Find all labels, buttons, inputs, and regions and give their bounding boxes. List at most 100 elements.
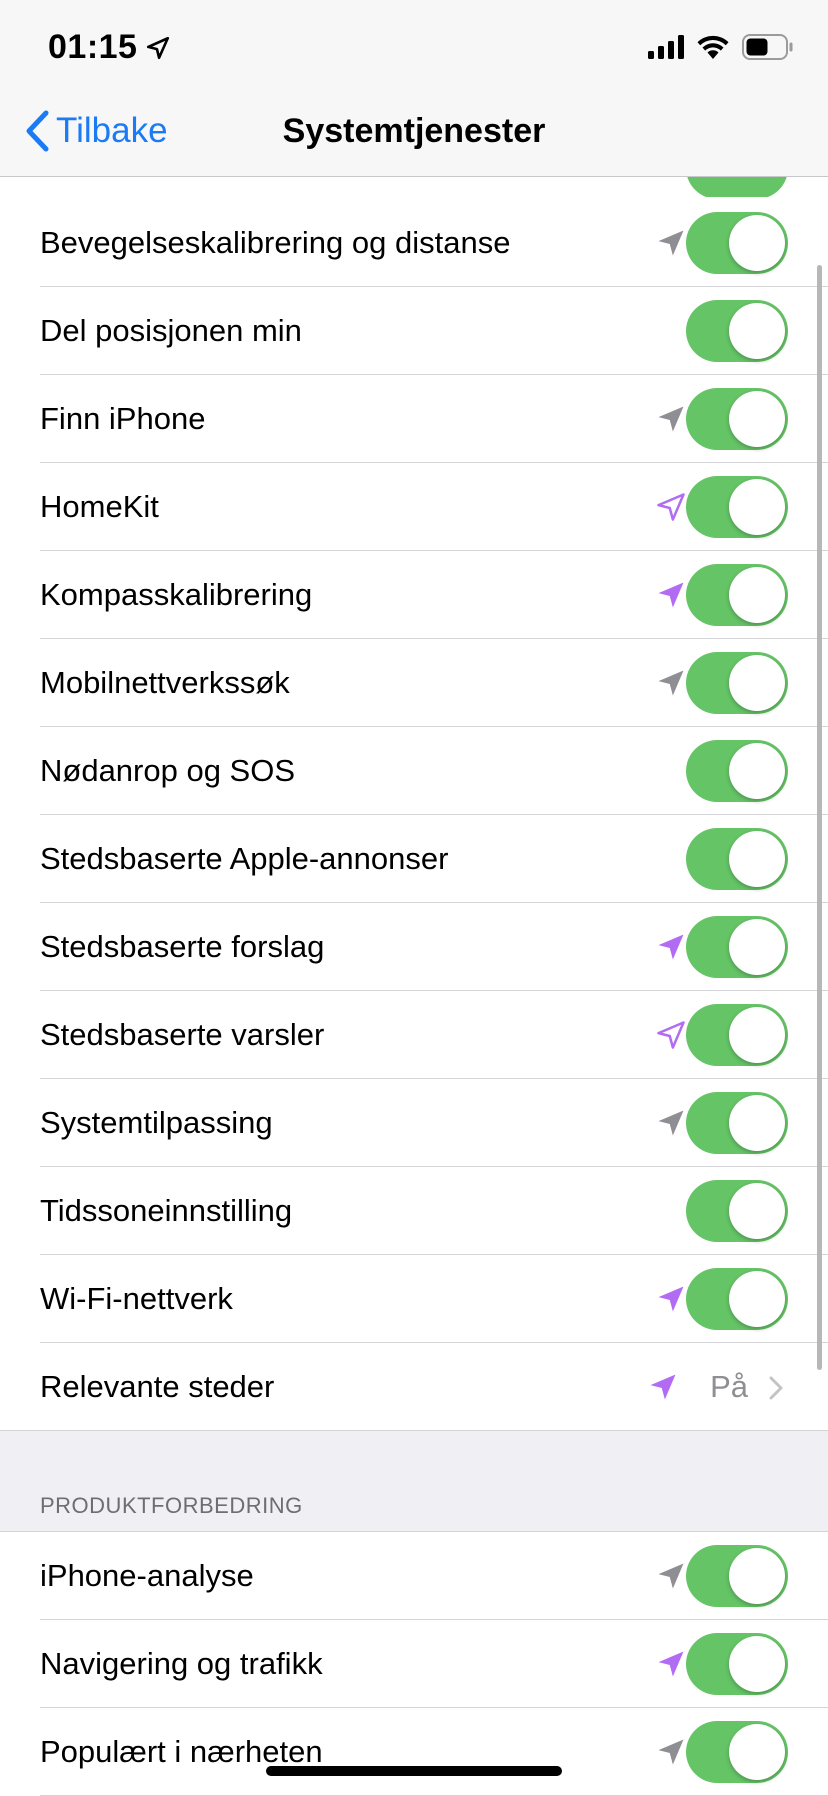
toggle-knob [729, 567, 785, 623]
row-label: Relevante steder [40, 1369, 275, 1404]
location-arrow-purple-icon [658, 934, 684, 960]
toggle-knob [729, 655, 785, 711]
location-arrow-gray-icon [658, 670, 684, 696]
toggle-row: Navigering og trafikk [0, 1620, 828, 1708]
toggle-knob [729, 391, 785, 447]
row-label: Kompasskalibrering [40, 577, 313, 612]
row-label: Wi-Fi-nettverk [40, 1281, 233, 1316]
status-time: 01:15 [48, 28, 171, 67]
toggle-knob [729, 919, 785, 975]
relevant-places-row[interactable]: Relevante steder På [0, 1343, 828, 1431]
location-arrow-gray-icon [658, 406, 684, 432]
row-label: Bevegelseskalibrering og distanse [40, 225, 511, 260]
status-icons [648, 34, 794, 60]
toggle-switch[interactable] [686, 828, 788, 890]
toggle-knob [729, 303, 785, 359]
partial-toggle[interactable] [686, 177, 788, 197]
toggle-switch[interactable] [686, 1721, 788, 1783]
toggle-switch[interactable] [686, 212, 788, 274]
row-label: Populært i nærheten [40, 1734, 323, 1769]
toggle-knob [729, 743, 785, 799]
toggle-row: Wi-Fi-nettverk [0, 1255, 828, 1343]
location-arrow-purple-icon [650, 1374, 676, 1400]
row-label: Stedsbaserte varsler [40, 1017, 325, 1052]
location-arrow-purple-outline-icon [657, 493, 685, 521]
toggle-knob [729, 215, 785, 271]
toggle-row: Systemtilpassing [0, 1079, 828, 1167]
section-header: PRODUKTFORBEDRING [0, 1431, 828, 1532]
toggle-row: Finn iPhone [0, 375, 828, 463]
wifi-icon [697, 35, 729, 59]
toggle-knob [729, 1095, 785, 1151]
toggle-knob [729, 1007, 785, 1063]
row-label: HomeKit [40, 489, 159, 524]
row-label: Del posisjonen min [40, 313, 302, 348]
toggle-knob [729, 1724, 785, 1780]
row-value: På [710, 1369, 748, 1404]
toggle-switch[interactable] [686, 1545, 788, 1607]
toggle-row: Bevegelseskalibrering og distanse [0, 199, 828, 287]
location-arrow-gray-icon [658, 230, 684, 256]
row-label: Stedsbaserte forslag [40, 929, 325, 964]
row-label: Finn iPhone [40, 401, 206, 436]
toggle-row: iPhone-analyse [0, 1532, 828, 1620]
location-arrow-purple-outline-icon [657, 1021, 685, 1049]
toggle-switch[interactable] [686, 652, 788, 714]
row-label: Systemtilpassing [40, 1105, 273, 1140]
location-arrow-gray-icon [658, 1563, 684, 1589]
toggle-switch[interactable] [686, 1004, 788, 1066]
section-header-label: PRODUKTFORBEDRING [40, 1493, 303, 1518]
scrollbar[interactable] [817, 265, 822, 1370]
row-label: iPhone-analyse [40, 1558, 254, 1593]
toggle-switch[interactable] [686, 740, 788, 802]
row-label: Tidssoneinnstilling [40, 1193, 293, 1228]
toggle-row: Nødanrop og SOS [0, 727, 828, 815]
status-bar: 01:15 [0, 0, 828, 100]
toggle-switch[interactable] [686, 1633, 788, 1695]
system-services-group: Bevegelseskalibrering og distanse Del pos… [0, 199, 828, 1343]
toggle-row: Del posisjonen min [0, 287, 828, 375]
toggle-row: Tidssoneinnstilling [0, 1167, 828, 1255]
toggle-switch[interactable] [686, 1180, 788, 1242]
time-text: 01:15 [48, 28, 138, 66]
location-arrow-gray-icon [658, 1110, 684, 1136]
product-improvement-group: iPhone-analyse Navigering og trafikk Popul… [0, 1532, 828, 1796]
row-label: Stedsbaserte Apple-annonser [40, 841, 449, 876]
chevron-right-icon [769, 1376, 783, 1400]
location-arrow-purple-icon [658, 582, 684, 608]
toggle-knob [729, 831, 785, 887]
toggle-knob [729, 1271, 785, 1327]
partial-row [0, 177, 828, 197]
navigation-bar: Tilbake Systemtjenester [0, 100, 828, 177]
settings-list: Bevegelseskalibrering og distanse Del pos… [0, 199, 828, 1796]
row-label: Mobilnettverkssøk [40, 665, 290, 700]
toggle-switch[interactable] [686, 388, 788, 450]
toggle-switch[interactable] [686, 300, 788, 362]
toggle-switch[interactable] [686, 564, 788, 626]
toggle-row: Stedsbaserte forslag [0, 903, 828, 991]
toggle-switch[interactable] [686, 476, 788, 538]
battery-icon [742, 34, 793, 60]
toggle-knob [729, 1548, 785, 1604]
toggle-switch[interactable] [686, 916, 788, 978]
location-arrow-purple-icon [658, 1651, 684, 1677]
toggle-switch[interactable] [686, 1092, 788, 1154]
toggle-row: Stedsbaserte Apple-annonser [0, 815, 828, 903]
row-label: Navigering og trafikk [40, 1646, 323, 1681]
toggle-row: Kompasskalibrering [0, 551, 828, 639]
toggle-knob [729, 1636, 785, 1692]
toggle-switch[interactable] [686, 1268, 788, 1330]
location-arrow-purple-icon [658, 1286, 684, 1312]
location-services-icon [147, 36, 170, 59]
toggle-row: Mobilnettverkssøk [0, 639, 828, 727]
toggle-knob [729, 479, 785, 535]
page-title: Systemtjenester [282, 112, 546, 150]
toggle-row: HomeKit [0, 463, 828, 551]
toggle-knob [729, 1183, 785, 1239]
row-label: Nødanrop og SOS [40, 753, 296, 788]
toggle-row: Populært i nærheten [0, 1708, 828, 1796]
location-arrow-gray-icon [658, 1739, 684, 1765]
toggle-row: Stedsbaserte varsler [0, 991, 828, 1079]
home-indicator [266, 1766, 562, 1776]
cellular-signal-icon [648, 35, 684, 59]
